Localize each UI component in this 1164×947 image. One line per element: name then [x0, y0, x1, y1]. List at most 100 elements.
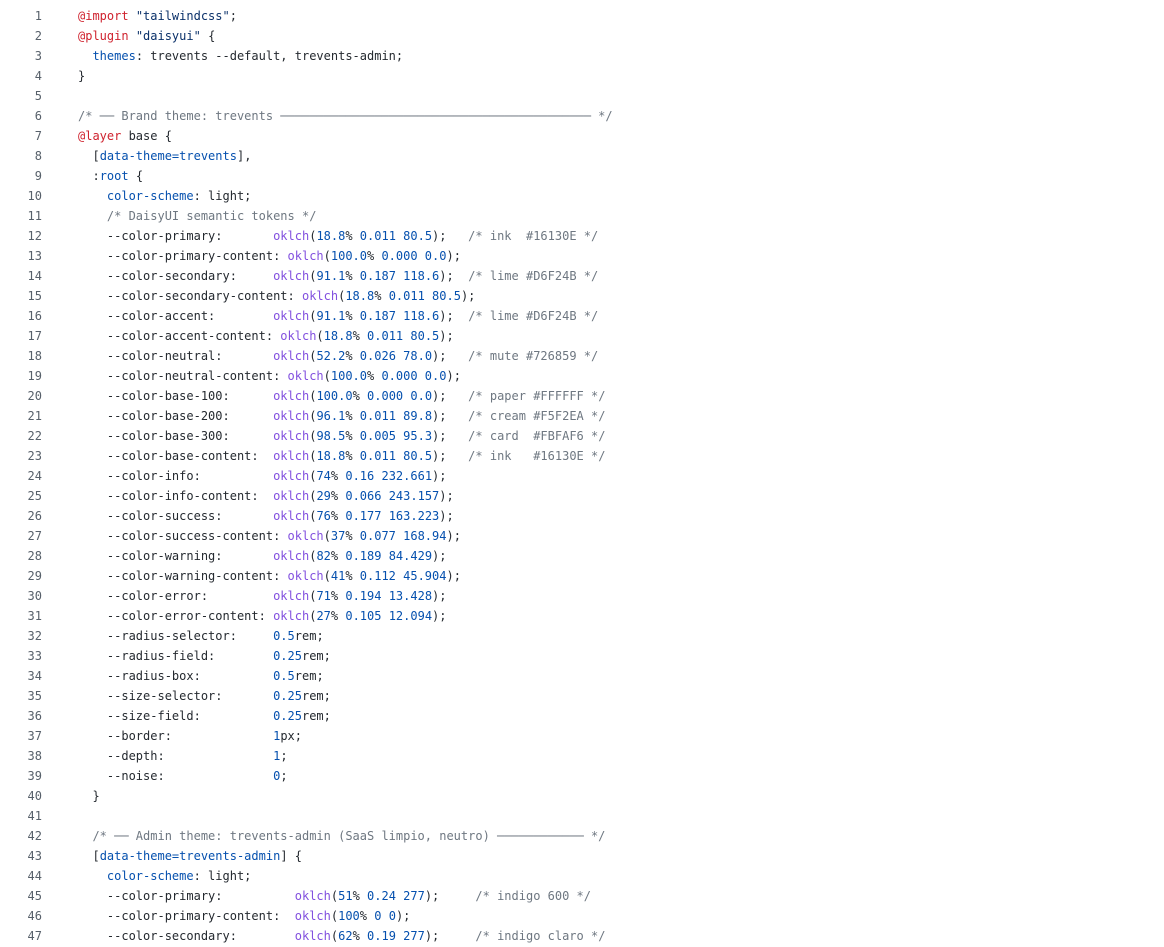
- code-line[interactable]: 1 @import "tailwindcss";: [0, 6, 1164, 26]
- code-line[interactable]: 2 @plugin "daisyui" {: [0, 26, 1164, 46]
- code-line[interactable]: 34 --radius-box: 0.5rem;: [0, 666, 1164, 686]
- code-token: oklch: [273, 269, 310, 283]
- code-token: %: [345, 449, 360, 463]
- code-line[interactable]: 39 --noise: 0;: [0, 766, 1164, 786]
- code-token: --color-base-200:: [78, 409, 274, 423]
- code-line[interactable]: 17 --color-accent-content: oklch(18.8% 0…: [0, 326, 1164, 346]
- code-token: oklch: [287, 569, 324, 583]
- code-token: 0.187 118.6: [359, 269, 440, 283]
- line-code: --color-primary-content: oklch(100.0% 0.…: [42, 246, 461, 266]
- code-token: oklch: [273, 229, 310, 243]
- line-number: 34: [27, 669, 42, 683]
- code-line[interactable]: 31 --color-error-content: oklch(27% 0.10…: [0, 606, 1164, 626]
- code-line[interactable]: 45 --color-primary: oklch(51% 0.24 277);…: [0, 886, 1164, 906]
- line-number: 5: [34, 89, 42, 103]
- code-token: 0.000 0.0: [381, 369, 447, 383]
- code-line[interactable]: 22 --color-base-300: oklch(98.5% 0.005 9…: [0, 426, 1164, 446]
- code-line[interactable]: 13 --color-primary-content: oklch(100.0%…: [0, 246, 1164, 266]
- code-token: %: [330, 489, 346, 503]
- code-line[interactable]: 46 --color-primary-content: oklch(100% 0…: [0, 906, 1164, 926]
- code-token: 18.8: [345, 289, 375, 303]
- code-line[interactable]: 21 --color-base-200: oklch(96.1% 0.011 8…: [0, 406, 1164, 426]
- code-token: 27: [316, 609, 331, 623]
- code-line[interactable]: 3 themes: trevents --default, trevents-a…: [0, 46, 1164, 66]
- code-token: oklch: [273, 589, 310, 603]
- code-token: --color-secondary-content:: [78, 289, 302, 303]
- code-token: --noise:: [78, 769, 274, 783]
- code-line[interactable]: 26 --color-success: oklch(76% 0.177 163.…: [0, 506, 1164, 526]
- code-token: 51: [338, 889, 353, 903]
- code-token: oklch: [273, 309, 310, 323]
- code-line[interactable]: 7 @layer base {: [0, 126, 1164, 146]
- line-code: --color-primary-content: oklch(100% 0 0)…: [42, 906, 411, 926]
- code-line[interactable]: 6 /* ── Brand theme: trevents ───────────…: [0, 106, 1164, 126]
- code-token: rem;: [301, 709, 331, 723]
- line-code: --color-success: oklch(76% 0.177 163.223…: [42, 506, 454, 526]
- code-line[interactable]: 19 --color-neutral-content: oklch(100.0%…: [0, 366, 1164, 386]
- code-token: 76: [316, 509, 331, 523]
- code-token: 0.000 0.0: [381, 249, 447, 263]
- code-line[interactable]: 40 }: [0, 786, 1164, 806]
- code-token: 100: [338, 909, 360, 923]
- code-token: 0.177 163.223: [345, 509, 440, 523]
- code-line[interactable]: 11 /* DaisyUI semantic tokens */: [0, 206, 1164, 226]
- line-code: color-scheme: light;: [42, 186, 252, 206]
- code-line[interactable]: 44 color-scheme: light;: [0, 866, 1164, 886]
- code-line[interactable]: 41: [0, 806, 1164, 826]
- code-line[interactable]: 27 --color-success-content: oklch(37% 0.…: [0, 526, 1164, 546]
- line-code: /* ── Brand theme: trevents ────────────…: [42, 106, 613, 126]
- code-line[interactable]: 28 --color-warning: oklch(82% 0.189 84.4…: [0, 546, 1164, 566]
- code-token: --radius-field:: [78, 649, 274, 663]
- code-token: base {: [121, 129, 172, 143]
- code-line[interactable]: 37 --border: 1px;: [0, 726, 1164, 746]
- code-token: --color-secondary:: [78, 929, 295, 943]
- code-line[interactable]: 18 --color-neutral: oklch(52.2% 0.026 78…: [0, 346, 1164, 366]
- code-line[interactable]: 14 --color-secondary: oklch(91.1% 0.187 …: [0, 266, 1164, 286]
- line-number: 11: [27, 209, 42, 223]
- code-line[interactable]: 4}: [0, 66, 1164, 86]
- code-line[interactable]: 30 --color-error: oklch(71% 0.194 13.428…: [0, 586, 1164, 606]
- code-line[interactable]: 25 --color-info-content: oklch(29% 0.066…: [0, 486, 1164, 506]
- code-token: oklch: [273, 489, 310, 503]
- code-line[interactable]: 35 --size-selector: 0.25rem;: [0, 686, 1164, 706]
- line-code: }: [42, 786, 99, 806]
- code-line[interactable]: 23 --color-base-content: oklch(18.8% 0.0…: [0, 446, 1164, 466]
- code-token: %: [345, 409, 360, 423]
- line-number: 39: [27, 769, 42, 783]
- code-line[interactable]: 15 --color-secondary-content: oklch(18.8…: [0, 286, 1164, 306]
- code-token: @import: [78, 9, 129, 23]
- code-line[interactable]: 12 --color-primary: oklch(18.8% 0.011 80…: [0, 226, 1164, 246]
- line-code: [data-theme=trevents],: [42, 146, 251, 166]
- code-line[interactable]: 36 --size-field: 0.25rem;: [0, 706, 1164, 726]
- code-line[interactable]: 32 --radius-selector: 0.5rem;: [0, 626, 1164, 646]
- code-token: --color-error-content:: [78, 609, 274, 623]
- code-token: --color-base-100:: [78, 389, 274, 403]
- code-line[interactable]: 5: [0, 86, 1164, 106]
- code-line[interactable]: 8 [data-theme=trevents],: [0, 146, 1164, 166]
- code-line[interactable]: 42 /* ── Admin theme: trevents-admin (Sa…: [0, 826, 1164, 846]
- code-line[interactable]: 10 color-scheme: light;: [0, 186, 1164, 206]
- code-line[interactable]: 9 :root {: [0, 166, 1164, 186]
- code-token: /* ── Admin theme: trevents-admin (SaaS …: [92, 829, 606, 843]
- code-line[interactable]: 47 --color-secondary: oklch(62% 0.19 277…: [0, 926, 1164, 946]
- code-token: --color-secondary:: [78, 269, 274, 283]
- code-line[interactable]: 33 --radius-field: 0.25rem;: [0, 646, 1164, 666]
- code-line[interactable]: 20 --color-base-100: oklch(100.0% 0.000 …: [0, 386, 1164, 406]
- code-line[interactable]: 43 [data-theme=trevents-admin] {: [0, 846, 1164, 866]
- code-token: --depth:: [78, 749, 274, 763]
- line-code: --color-accent-content: oklch(18.8% 0.01…: [42, 326, 454, 346]
- code-editor[interactable]: 1 @import "tailwindcss"; 2 @plugin "daisyui…: [0, 0, 1164, 947]
- code-line[interactable]: 16 --color-accent: oklch(91.1% 0.187 118…: [0, 306, 1164, 326]
- line-code: --color-error-content: oklch(27% 0.105 1…: [42, 606, 447, 626]
- code-token: @plugin: [78, 29, 129, 43]
- code-token: root: [99, 169, 129, 183]
- code-token: --radius-selector:: [78, 629, 274, 643]
- code-token: /* mute #726859 */: [468, 349, 599, 363]
- code-line[interactable]: 29 --color-warning-content: oklch(41% 0.…: [0, 566, 1164, 586]
- code-token: );: [424, 889, 476, 903]
- code-line[interactable]: 38 --depth: 1;: [0, 746, 1164, 766]
- code-line[interactable]: 24 --color-info: oklch(74% 0.16 232.661)…: [0, 466, 1164, 486]
- line-code: --border: 1px;: [42, 726, 302, 746]
- code-token: 98.5: [316, 429, 346, 443]
- code-token: %: [367, 249, 382, 263]
